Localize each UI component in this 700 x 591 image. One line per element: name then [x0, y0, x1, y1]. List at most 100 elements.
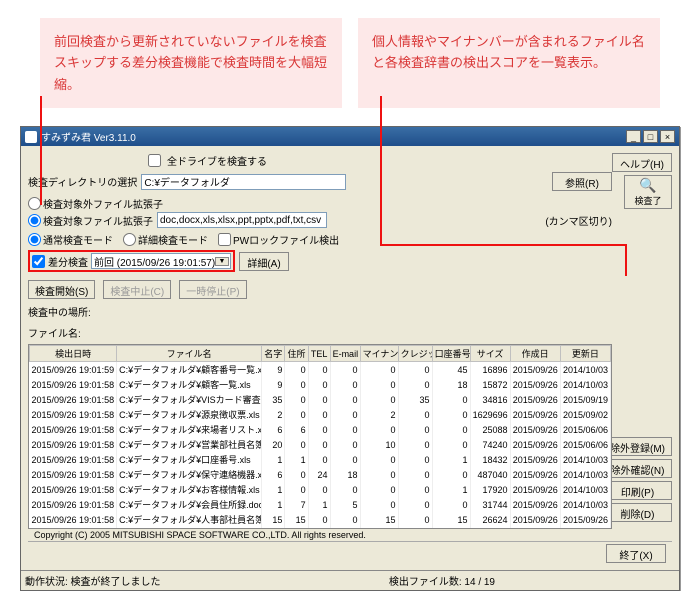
- detail-button[interactable]: 詳細(A): [239, 252, 289, 271]
- stop-button[interactable]: 検査中止(C): [103, 280, 171, 299]
- ext-exclude-radio[interactable]: [28, 197, 41, 210]
- cell: 1: [432, 452, 470, 467]
- ext-input[interactable]: [157, 212, 327, 228]
- pw-lock-checkbox[interactable]: [218, 233, 231, 246]
- cell: 15: [285, 512, 308, 527]
- table-row[interactable]: 2015/09/26 19:01:58C:¥データフォルダ¥顧客一覧.xls90…: [30, 377, 611, 392]
- cell: 34816: [470, 392, 510, 407]
- cell: C:¥データフォルダ¥口座番号.xls: [117, 452, 262, 467]
- col-header[interactable]: 住所: [285, 346, 308, 362]
- cell: 0: [432, 467, 470, 482]
- cell: 18: [330, 467, 360, 482]
- close-button[interactable]: ×: [660, 130, 675, 143]
- table-row[interactable]: 2015/09/26 19:01:58C:¥データフォルダ¥保守連絡機器.xls…: [30, 467, 611, 482]
- cell: 2015/09/26: [560, 512, 610, 527]
- cell: 2014/10/03: [560, 377, 610, 392]
- dir-input[interactable]: [141, 174, 345, 190]
- cell: 26624: [470, 512, 510, 527]
- cell: 0: [330, 392, 360, 407]
- cell: 2015/09/26 19:01:58: [30, 392, 117, 407]
- cell: 9: [262, 377, 285, 392]
- minimize-button[interactable]: _: [626, 130, 641, 143]
- cell: 0: [308, 422, 330, 437]
- table-row[interactable]: 2015/09/26 19:01:58C:¥データフォルダ¥人事部社員名簿.xl…: [30, 512, 611, 527]
- cell: 2015/09/26: [510, 437, 560, 452]
- table-row[interactable]: 2015/09/26 19:01:58C:¥データフォルダ¥営業部社員名簿.xl…: [30, 437, 611, 452]
- cell: 7: [285, 497, 308, 512]
- table-row[interactable]: 2015/09/26 19:01:58C:¥データフォルダ¥お客様情報.xls1…: [30, 482, 611, 497]
- cell: 5: [330, 497, 360, 512]
- exclude-register-button[interactable]: 除外登録(M): [603, 437, 672, 456]
- status-count: 検出ファイル数: 14 / 19: [389, 573, 495, 588]
- col-header[interactable]: サイズ: [470, 346, 510, 362]
- mode-detail-radio[interactable]: [123, 233, 136, 246]
- browse-button[interactable]: 参照(R): [552, 172, 612, 191]
- diff-date-dropdown[interactable]: 前回 (2015/09/26 19:01:57): [91, 253, 231, 269]
- cell: 2015/09/26: [510, 362, 560, 378]
- cell: 2015/09/19: [560, 392, 610, 407]
- col-header[interactable]: 名字: [262, 346, 285, 362]
- cell: 24: [308, 467, 330, 482]
- app-window: すみずみ君 Ver3.11.0 _ □ × ヘルプ(H) 🔍 検査了 全ドライブ…: [20, 126, 680, 591]
- cell: 0: [398, 512, 432, 527]
- titlebar: すみずみ君 Ver3.11.0 _ □ ×: [21, 127, 679, 146]
- cell: 1: [262, 452, 285, 467]
- table-row[interactable]: 2015/09/26 19:01:58C:¥データフォルダ¥源泉徴収票.xls2…: [30, 407, 611, 422]
- diff-search-checkbox[interactable]: [32, 255, 45, 268]
- col-header[interactable]: 作成日: [510, 346, 560, 362]
- cell: 2015/09/26 19:01:58: [30, 482, 117, 497]
- cell: 0: [285, 407, 308, 422]
- table-row[interactable]: 2015/09/26 19:01:59C:¥データフォルダ¥顧客番号一覧.xls…: [30, 362, 611, 378]
- check-all-drives-checkbox[interactable]: [148, 154, 161, 167]
- cell: 0: [360, 362, 398, 378]
- cell: 0: [398, 362, 432, 378]
- print-button[interactable]: 印刷(P): [603, 481, 672, 500]
- maximize-button[interactable]: □: [643, 130, 658, 143]
- col-header[interactable]: クレジット: [398, 346, 432, 362]
- help-button[interactable]: ヘルプ(H): [612, 153, 672, 172]
- ext-include-radio[interactable]: [28, 214, 41, 227]
- col-header[interactable]: ファイル名: [117, 346, 262, 362]
- cell: 74240: [470, 437, 510, 452]
- run-search-button[interactable]: 🔍 検査了: [624, 175, 672, 209]
- col-header[interactable]: 検出日時: [30, 346, 117, 362]
- cell: 35: [262, 392, 285, 407]
- col-header[interactable]: 更新日: [560, 346, 610, 362]
- pause-button[interactable]: 一時停止(P): [179, 280, 246, 299]
- cell: 0: [398, 467, 432, 482]
- diff-search-label: 差分検査: [48, 254, 88, 269]
- table-row[interactable]: 2015/09/26 19:01:58C:¥データフォルダ¥VISカード審査表.…: [30, 392, 611, 407]
- exclude-confirm-button[interactable]: 除外確認(N): [603, 459, 672, 478]
- cell: 0: [308, 452, 330, 467]
- results-table[interactable]: 検出日時ファイル名名字住所TELE-mailマイナンバークレジット口座番号サイズ…: [29, 345, 611, 529]
- cell: 2015/09/26 19:01:58: [30, 437, 117, 452]
- cell: 0: [398, 377, 432, 392]
- cell: C:¥データフォルダ¥保守連絡機器.xls: [117, 467, 262, 482]
- copyright: Copyright (C) 2005 MITSUBISHI SPACE SOFT…: [28, 529, 672, 541]
- cell: 0: [330, 362, 360, 378]
- cell: 1: [285, 452, 308, 467]
- start-button[interactable]: 検査開始(S): [28, 280, 95, 299]
- cell: 0: [330, 377, 360, 392]
- cell: 1: [262, 482, 285, 497]
- col-header[interactable]: TEL: [308, 346, 330, 362]
- cell: 0: [360, 482, 398, 497]
- cell: 2015/09/26 19:01:58: [30, 527, 117, 529]
- cell: 15872: [470, 377, 510, 392]
- table-row[interactable]: 2015/09/26 19:01:58C:¥データフォルダ¥会員住所録.doc1…: [30, 497, 611, 512]
- table-row[interactable]: 2015/09/26 19:01:58C:¥データフォルダ¥口座番号.xls11…: [30, 452, 611, 467]
- table-row[interactable]: 2015/09/26 19:01:58C:¥データフォルダ¥ユーザ一覧表.xls…: [30, 527, 611, 529]
- cell: 20: [262, 437, 285, 452]
- cell: 2015/09/26 19:01:58: [30, 452, 117, 467]
- exit-button[interactable]: 終了(X): [606, 544, 666, 563]
- cell: 0: [285, 377, 308, 392]
- col-header[interactable]: E-mail: [330, 346, 360, 362]
- delete-button[interactable]: 削除(D): [603, 503, 672, 522]
- cell: 2014/10/09: [560, 527, 610, 529]
- cell: 0: [308, 362, 330, 378]
- mode-normal-radio[interactable]: [28, 233, 41, 246]
- col-header[interactable]: マイナンバー: [360, 346, 398, 362]
- cell: 15: [432, 512, 470, 527]
- table-row[interactable]: 2015/09/26 19:01:58C:¥データフォルダ¥来場者リスト.xls…: [30, 422, 611, 437]
- col-header[interactable]: 口座番号: [432, 346, 470, 362]
